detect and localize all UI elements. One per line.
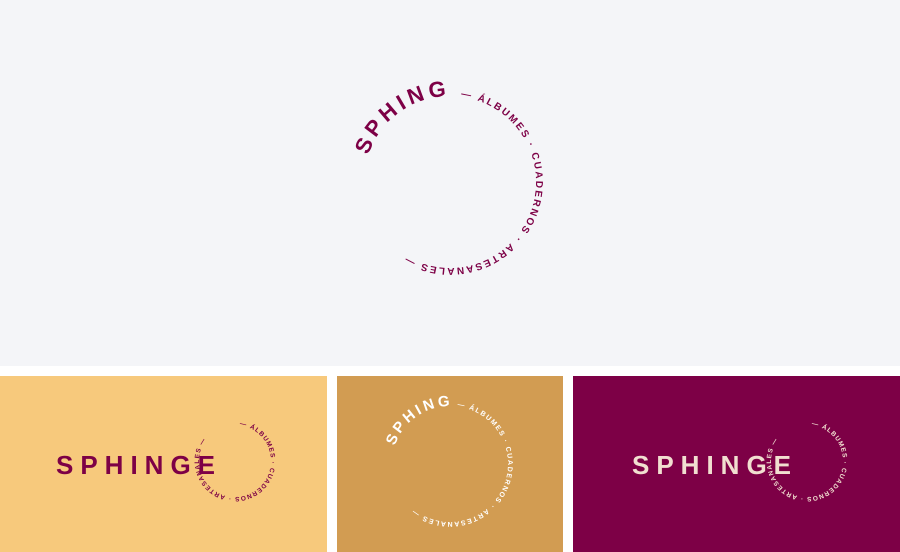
- variant-yellow: SPHINGE — ÁLBUMES · CUADERNOS · ARTESANA…: [0, 376, 327, 552]
- variant-magenta: SPHINGE — ÁLBUMES · CUADERNOS · ARTESANA…: [573, 376, 900, 552]
- logo-seal-small: — ÁLBUMES · CUADERNOS · ARTESANALES —: [766, 420, 848, 502]
- circular-logo-white: SPHINGE — ÁLBUMES · CUADERNOS · ARTESANA…: [337, 376, 513, 527]
- logo-tagline-arc: — ÁLBUMES · CUADERNOS · ARTESANALES —: [401, 89, 544, 276]
- logo-seal-small: — ÁLBUMES · CUADERNOS · ARTESANALES —: [194, 420, 276, 502]
- seal-tagline-arc: — ÁLBUMES · CUADERNOS · ARTESANALES —: [194, 420, 276, 502]
- seal-tagline-arc: — ÁLBUMES · CUADERNOS · ARTESANALES —: [766, 420, 848, 502]
- circular-logo-hero: SPHINGE — ÁLBUMES · CUADERNOS · ARTESANA…: [0, 0, 544, 276]
- variant-ochre: SPHINGE — ÁLBUMES · CUADERNOS · ARTESANA…: [337, 376, 563, 552]
- logo-name-arc: SPHINGE: [337, 376, 453, 448]
- logo-tagline-arc: — ÁLBUMES · CUADERNOS · ARTESANALES —: [410, 401, 513, 527]
- hero-area: SPHINGE — ÁLBUMES · CUADERNOS · ARTESANA…: [0, 0, 900, 366]
- logo-name-arc: SPHINGE: [0, 0, 451, 157]
